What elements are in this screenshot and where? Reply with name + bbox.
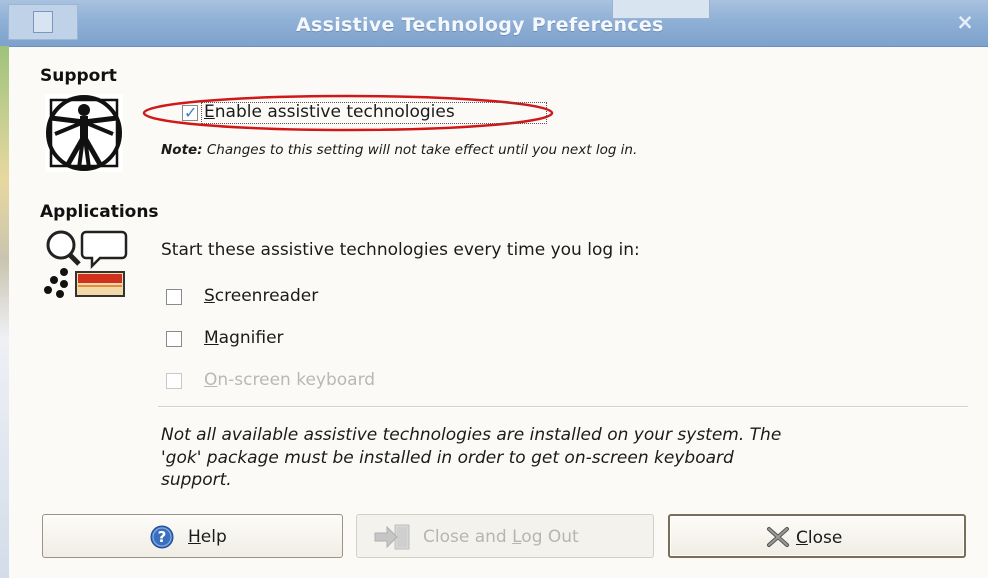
title-bar: Assistive Technology Preferences × [0, 0, 988, 47]
applications-intro: Start these assistive technologies every… [161, 240, 640, 260]
close-icon [767, 527, 789, 547]
close-button[interactable]: Close [668, 514, 966, 558]
screenreader-label: Screenreader [204, 286, 319, 306]
help-icon: ? [150, 525, 174, 549]
magnifier-checkbox[interactable] [166, 331, 182, 347]
enable-assistive-technologies-row[interactable]: ✓ Enable assistive technologies [141, 93, 555, 133]
close-and-log-out-label: Close and Log Out [423, 527, 579, 547]
help-button[interactable]: ? Help [42, 514, 343, 558]
enable-assistive-technologies-label: Enable assistive technologies [204, 102, 455, 122]
window-menu-button[interactable] [8, 4, 78, 40]
window-title: Assistive Technology Preferences [296, 14, 664, 36]
close-window-icon[interactable]: × [955, 12, 975, 33]
window-icon [33, 11, 53, 33]
svg-text:?: ? [158, 528, 167, 546]
logout-icon [374, 524, 410, 550]
magnifier-label: Magnifier [204, 328, 284, 348]
enable-assistive-technologies-checkbox[interactable]: ✓ [182, 103, 198, 122]
support-note: Note: Changes to this setting will not t… [161, 142, 638, 158]
on-screen-keyboard-label: On-screen keyboard [204, 370, 376, 390]
vitruvian-man-icon [43, 92, 125, 174]
close-button-label: Close [796, 528, 843, 548]
applications-heading: Applications [40, 202, 159, 222]
installation-info-text: Not all available assistive technologies… [161, 425, 782, 490]
separator [158, 406, 968, 408]
screenreader-checkbox[interactable] [166, 289, 182, 305]
close-and-log-out-button: Close and Log Out [356, 514, 654, 558]
help-button-label: Help [188, 527, 227, 547]
checkmark-icon: ✓ [184, 103, 198, 122]
support-heading: Support [40, 66, 117, 86]
on-screen-keyboard-checkbox [166, 373, 182, 389]
applications-icon [42, 228, 128, 300]
background-window-strip [0, 46, 9, 578]
